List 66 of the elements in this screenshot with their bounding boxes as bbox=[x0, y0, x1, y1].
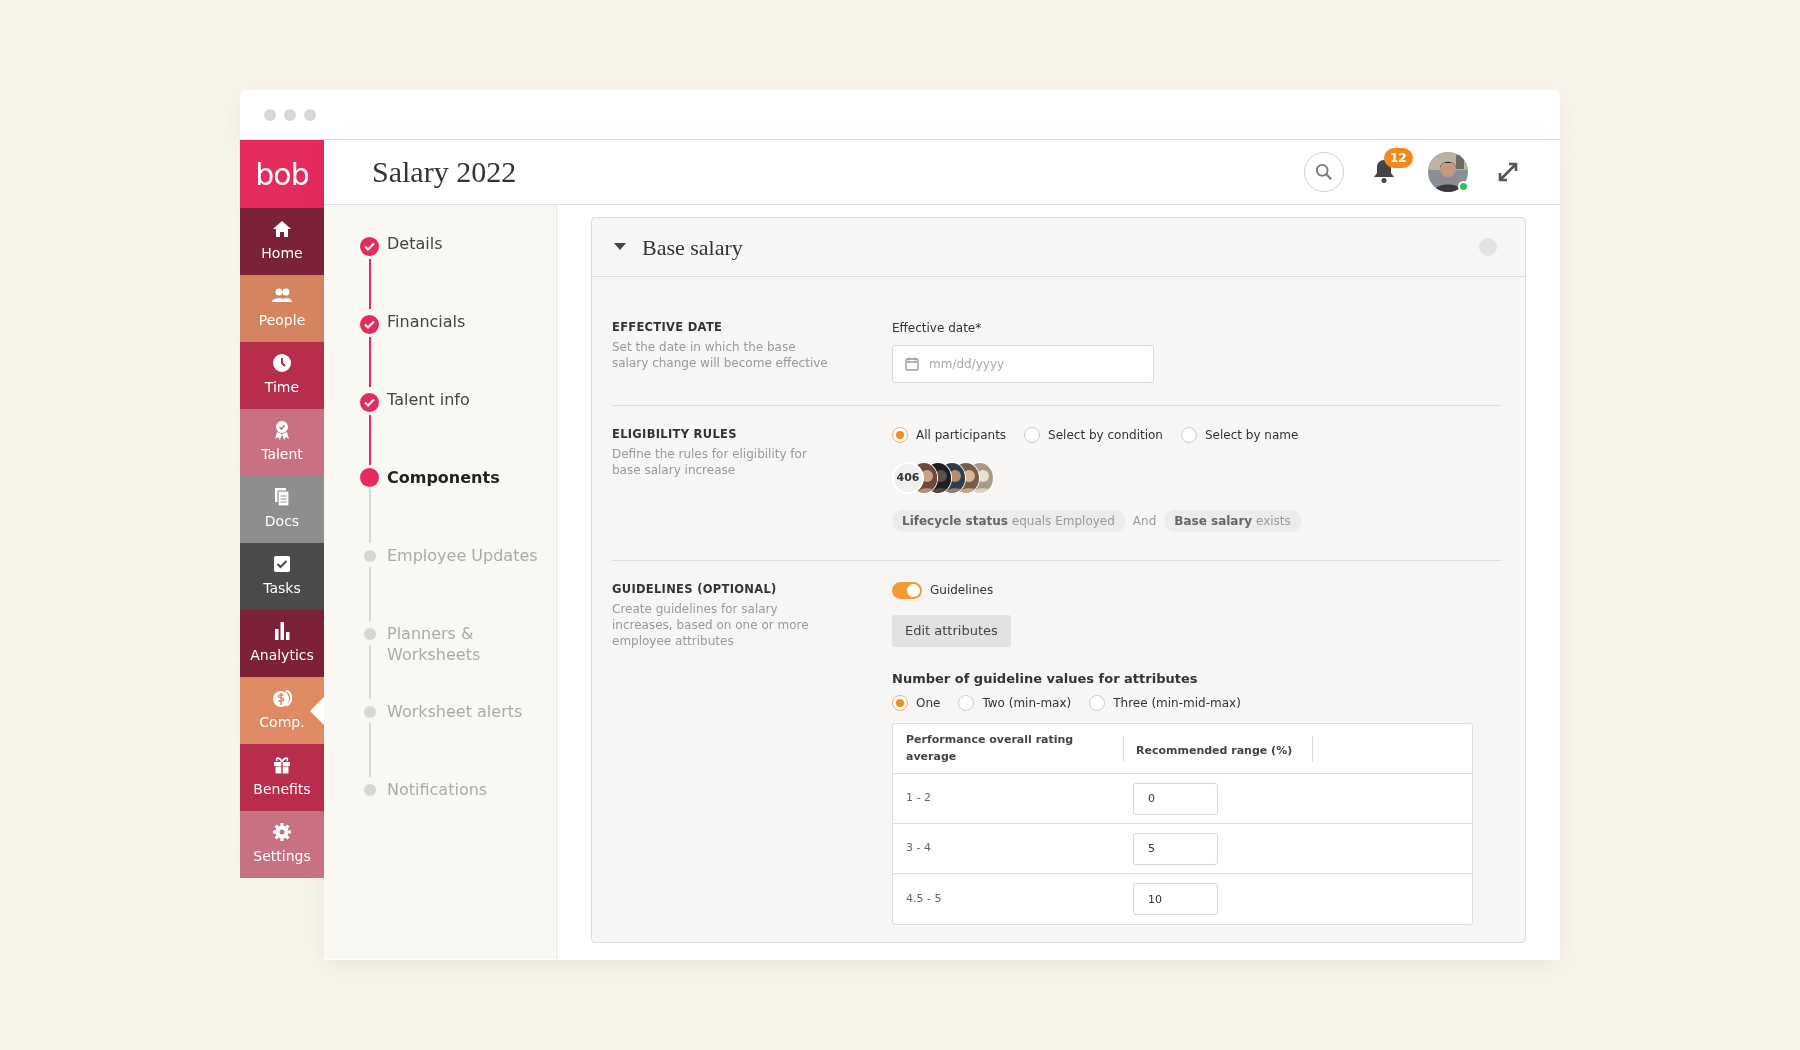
table-cell: 3 - 4 bbox=[906, 841, 931, 855]
column-header: Recommended range (%) bbox=[1136, 743, 1293, 757]
radio-button[interactable] bbox=[892, 427, 908, 443]
toggle-switch[interactable] bbox=[892, 581, 922, 599]
radio-button[interactable] bbox=[958, 695, 975, 711]
participant-count: 406 bbox=[892, 462, 924, 494]
section-description: Create guidelines for salary increases, based on one or more employee attributes bbox=[612, 601, 810, 650]
sidebar-item[interactable]: Benefits bbox=[240, 744, 324, 811]
documents-icon bbox=[272, 487, 292, 507]
step-label[interactable]: Talent info bbox=[387, 389, 470, 467]
radio-label[interactable]: All participants bbox=[916, 426, 1007, 444]
sidebar-item[interactable]: Tasks bbox=[240, 543, 324, 610]
award-ribbon-icon bbox=[272, 420, 292, 440]
panel-title: Base salary bbox=[642, 233, 743, 262]
value-input-field[interactable]: 0 bbox=[1133, 782, 1218, 815]
value-input-field[interactable]: 5 bbox=[1133, 832, 1218, 865]
section-heading: ELIGIBILITY RULES bbox=[612, 426, 738, 443]
checkbox-icon bbox=[272, 554, 292, 574]
settings-icon bbox=[272, 822, 292, 842]
radio-label[interactable]: Select by name bbox=[1204, 426, 1299, 444]
section-heading: GUIDELINES (OPTIONAL) bbox=[612, 581, 778, 598]
column-header: Performance overall rating average bbox=[906, 733, 1074, 763]
search-icon bbox=[1315, 163, 1333, 181]
date-input-field[interactable]: mm/dd/yyyy bbox=[892, 345, 1154, 383]
radio-label[interactable]: Three (min-mid-max) bbox=[1113, 694, 1241, 712]
toggle-label[interactable]: Guidelines bbox=[930, 581, 994, 599]
condition-chip[interactable]: Lifecycle status equals Employed bbox=[892, 510, 1125, 532]
values-title: Number of guideline values for attributes bbox=[892, 669, 1199, 688]
radio-button[interactable] bbox=[1024, 427, 1041, 443]
search-button[interactable] bbox=[1304, 152, 1344, 192]
window-control-dot[interactable] bbox=[264, 108, 276, 121]
notification-count-badge: 12 bbox=[1384, 148, 1413, 168]
caret-icon[interactable] bbox=[614, 243, 626, 251]
calendar-icon bbox=[905, 357, 919, 371]
radio-button[interactable] bbox=[892, 695, 908, 711]
step-label[interactable]: Details bbox=[387, 233, 443, 311]
sidebar-item[interactable]: Time bbox=[240, 342, 324, 409]
radio-label[interactable]: Two (min-max) bbox=[982, 694, 1072, 712]
radio-label[interactable]: One bbox=[916, 694, 941, 712]
sidebar-item[interactable]: Analytics bbox=[240, 610, 324, 677]
step-label[interactable]: Financials bbox=[387, 311, 466, 389]
radio-label[interactable]: Select by condition bbox=[1048, 426, 1163, 444]
expand-icon[interactable] bbox=[1496, 160, 1520, 184]
edit-attributes-button[interactable]: Edit attributes bbox=[892, 615, 1011, 647]
dollar-coin-icon bbox=[272, 688, 292, 708]
section-heading: EFFECTIVE DATE bbox=[612, 319, 724, 336]
field-label: Effective date* bbox=[892, 320, 983, 337]
radio-button[interactable] bbox=[1180, 427, 1197, 443]
home-icon bbox=[272, 219, 292, 239]
clock-icon bbox=[272, 353, 292, 373]
window-control-dot[interactable] bbox=[284, 108, 296, 121]
value-input-field[interactable]: 10 bbox=[1133, 883, 1218, 915]
sidebar-item[interactable]: Home bbox=[240, 208, 324, 275]
condition-chip[interactable]: Base salary exists bbox=[1164, 510, 1301, 532]
logo[interactable]: bob bbox=[240, 140, 324, 208]
table-cell: 1 - 2 bbox=[906, 791, 931, 805]
bar-chart-icon bbox=[272, 621, 292, 641]
step-label[interactable]: Components bbox=[387, 467, 500, 545]
radio-button[interactable] bbox=[1089, 695, 1106, 711]
section-description: Define the rules for eligibility for base salary increase bbox=[612, 446, 808, 479]
gift-icon bbox=[272, 755, 292, 775]
table-cell: 4.5 - 5 bbox=[906, 891, 942, 905]
page-title: Salary 2022 bbox=[372, 154, 517, 190]
section-description: Set the date in which the base salary change will become effective bbox=[612, 339, 829, 372]
window-control-dot[interactable] bbox=[304, 108, 316, 121]
condition-joiner: And bbox=[1132, 513, 1157, 530]
